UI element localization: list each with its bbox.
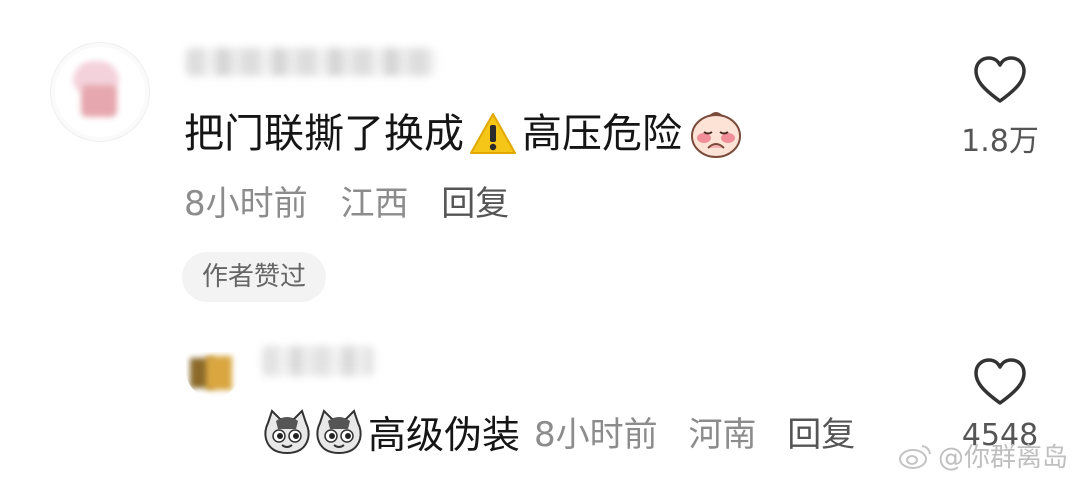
comment-time: 8小时前 (184, 184, 308, 224)
weibo-logo-icon (898, 444, 931, 469)
warning-sign-icon (470, 113, 516, 154)
comment-reply-button[interactable]: 回复 (441, 184, 509, 224)
cat-face-emoji-icon (316, 408, 362, 454)
heart-outline-icon[interactable] (972, 54, 1028, 106)
comment-text-part2: 高压危险 (522, 111, 682, 157)
reply-line: 高级伪装 8小时前 河南 回复 (262, 404, 875, 459)
reply-avatar[interactable] (186, 352, 240, 398)
shy-face-emoji-icon (691, 112, 741, 158)
comment-text: 把门联撕了换成 高压危险 (184, 108, 744, 160)
avatar-blur-right (206, 356, 232, 390)
reply-reply-button[interactable]: 回复 (787, 415, 855, 455)
cat-face-emoji-icon (264, 408, 310, 454)
author-liked-badge: 作者赞过 (182, 252, 327, 302)
commenter-avatar[interactable] (50, 42, 150, 142)
heart-outline-icon[interactable] (972, 356, 1028, 408)
reply-name-blurred[interactable] (262, 346, 374, 376)
reply-text: 高级伪装 (368, 413, 521, 457)
commenter-name-blurred[interactable] (186, 48, 436, 76)
reply-location: 河南 (688, 415, 757, 455)
reply-time: 8小时前 (534, 415, 658, 455)
comment-like-count: 1.8万 (961, 124, 1039, 159)
comment-location: 江西 (340, 184, 409, 224)
comment-text-part1: 把门联撕了换成 (184, 111, 464, 157)
comment-meta: 8小时前 江西 回复 (184, 180, 531, 228)
watermark-handle: @你群离岛 (937, 443, 1068, 473)
watermark: @你群离岛 (898, 437, 1068, 474)
avatar-blur-bottom (81, 85, 117, 117)
comment-like[interactable]: 1.8万 (950, 54, 1050, 160)
reply-meta: 8小时前 河南 回复 (534, 407, 875, 456)
